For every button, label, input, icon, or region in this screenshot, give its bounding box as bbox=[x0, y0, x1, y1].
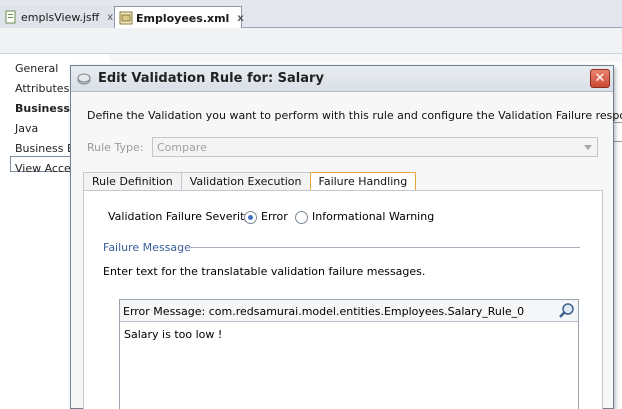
xml-file-icon bbox=[119, 11, 133, 25]
rule-type-value: Compare bbox=[157, 141, 207, 154]
dropdown-arrow-icon bbox=[584, 145, 592, 150]
failure-message-instructions: Enter text for the translatable validati… bbox=[103, 265, 426, 278]
tab-employees-xml[interactable]: Employees.xml x bbox=[114, 6, 244, 29]
dialog-tabs: Rule Definition Validation Execution Fai… bbox=[83, 172, 417, 191]
severity-warning-label[interactable]: Informational Warning bbox=[312, 210, 434, 223]
severity-error-label[interactable]: Error bbox=[261, 210, 288, 223]
editor-toolbar-strip bbox=[0, 28, 622, 54]
background-field-fragment bbox=[613, 122, 622, 142]
nav-item-java[interactable]: Java bbox=[15, 122, 38, 135]
rule-type-label: Rule Type: bbox=[87, 141, 144, 154]
edit-validation-rule-dialog: Edit Validation Rule for: Salary ✕ Defin… bbox=[70, 65, 622, 409]
nav-item-general[interactable]: General bbox=[15, 62, 58, 75]
rule-type-select[interactable]: Compare bbox=[152, 137, 598, 157]
tab-validation-execution[interactable]: Validation Execution bbox=[180, 172, 311, 191]
tab-label: emplsView.jsff bbox=[21, 10, 100, 24]
file-icon bbox=[4, 10, 18, 24]
dialog-title: Edit Validation Rule for: Salary bbox=[98, 71, 324, 86]
severity-error-radio[interactable] bbox=[244, 211, 257, 224]
dialog-titlebar[interactable]: Edit Validation Rule for: Salary ✕ bbox=[71, 66, 613, 92]
tab-close-icon[interactable]: x bbox=[237, 13, 243, 24]
nav-item-attributes[interactable]: Attributes bbox=[15, 82, 69, 95]
error-message-editor: Error Message: com.redsamurai.model.enti… bbox=[119, 299, 579, 409]
section-divider bbox=[186, 247, 580, 248]
editor-strip bbox=[108, 54, 622, 62]
editor-tab-bar: emplsView.jsff x Employees.xml x bbox=[0, 0, 622, 29]
close-icon[interactable]: ✕ bbox=[590, 69, 610, 88]
severity-label: Validation Failure Severity bbox=[108, 210, 251, 223]
tab-close-icon[interactable]: x bbox=[107, 12, 113, 23]
error-message-text[interactable]: Salary is too low ! bbox=[124, 328, 222, 341]
tab-label: Employees.xml bbox=[136, 11, 230, 25]
tab-failure-handling[interactable]: Failure Handling bbox=[309, 172, 417, 191]
tab-empls-view[interactable]: emplsView.jsff x bbox=[0, 6, 114, 28]
severity-warning-radio[interactable] bbox=[295, 211, 308, 224]
nav-item-view-accessors[interactable]: View Acces bbox=[15, 162, 77, 175]
dialog-title-icon bbox=[76, 71, 92, 87]
search-icon[interactable] bbox=[558, 302, 576, 319]
nav-item-business[interactable]: Business bbox=[15, 102, 70, 115]
failure-message-section-title: Failure Message bbox=[103, 241, 191, 254]
tab-rule-definition[interactable]: Rule Definition bbox=[83, 172, 182, 191]
error-message-header: Error Message: com.redsamurai.model.enti… bbox=[120, 300, 578, 322]
dialog-description: Define the Validation you want to perfor… bbox=[87, 109, 622, 122]
